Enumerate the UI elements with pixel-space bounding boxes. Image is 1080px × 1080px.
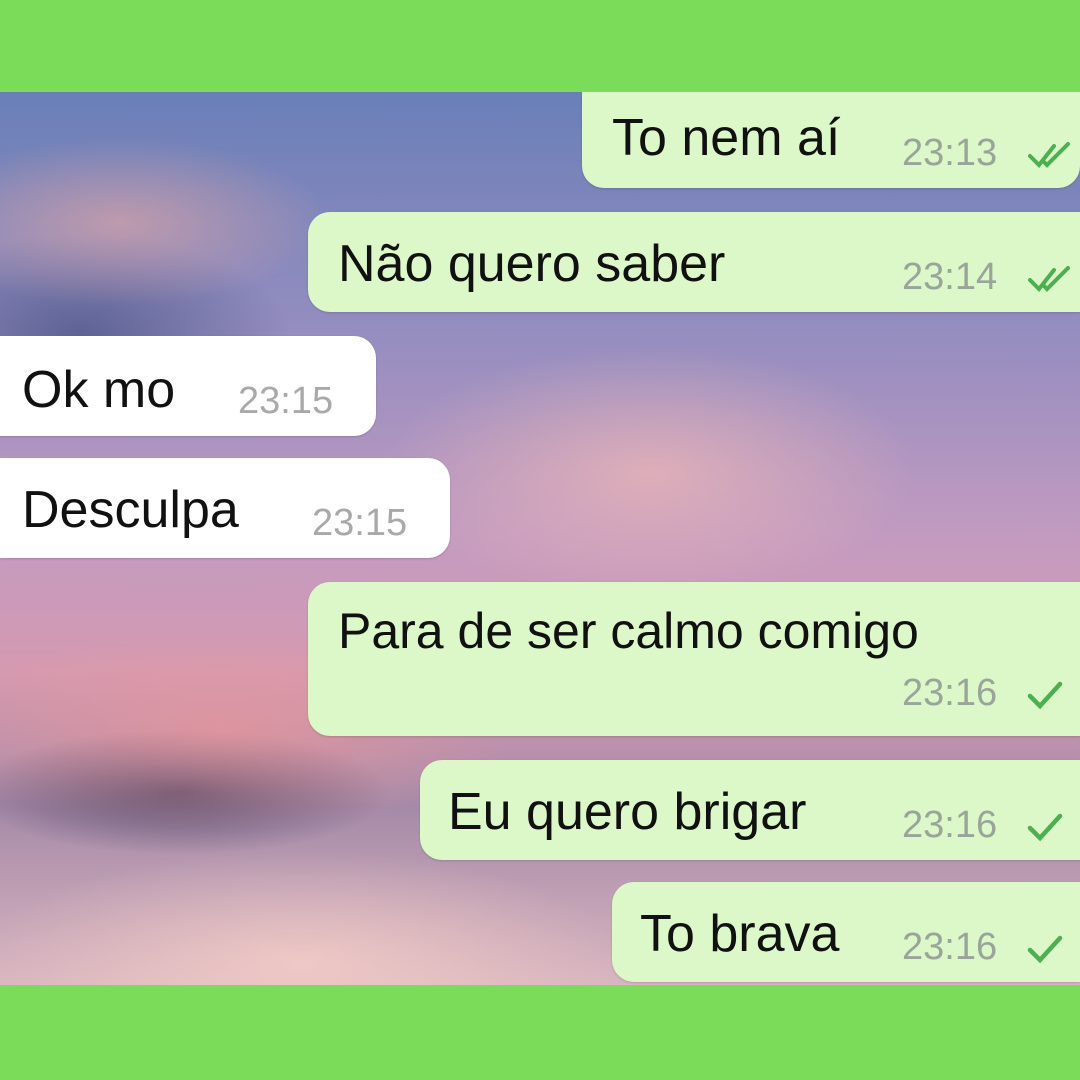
message-text: To brava (640, 905, 840, 963)
double-check-icon (1028, 142, 1070, 169)
message-text: Ok mo (22, 361, 176, 419)
message-text: Não quero saber (338, 235, 726, 293)
message-bubble-outgoing[interactable]: To brava 23:16 (612, 882, 1080, 982)
message-time: 23:13 (902, 132, 998, 174)
message-bubble-outgoing[interactable]: Não quero saber 23:14 (308, 212, 1080, 312)
check-icon (1027, 813, 1063, 842)
chat-area[interactable]: To nem aí 23:13 Não quero saber 23:14 Ok… (0, 92, 1080, 985)
message-bubble-incoming[interactable]: Desculpa 23:15 (0, 458, 450, 558)
check-icon (1027, 935, 1063, 964)
message-time: 23:15 (238, 380, 334, 422)
message-text: Eu quero brigar (448, 783, 807, 841)
message-bubble-outgoing[interactable]: Para de ser calmo comigo 23:16 (308, 582, 1080, 736)
check-icon (1027, 681, 1063, 710)
message-time: 23:15 (312, 502, 408, 544)
message-text: To nem aí (612, 109, 841, 167)
message-time: 23:14 (902, 256, 998, 298)
message-time: 23:16 (902, 926, 998, 968)
message-text: Para de ser calmo comigo (338, 603, 919, 659)
message-time: 23:16 (902, 672, 998, 714)
message-time: 23:16 (902, 804, 998, 846)
message-bubble-outgoing[interactable]: Eu quero brigar 23:16 (420, 760, 1080, 860)
message-text: Desculpa (22, 481, 239, 539)
double-check-icon (1028, 266, 1070, 293)
message-bubble-outgoing[interactable]: To nem aí 23:13 (582, 92, 1080, 188)
message-bubble-incoming[interactable]: Ok mo 23:15 (0, 336, 376, 436)
